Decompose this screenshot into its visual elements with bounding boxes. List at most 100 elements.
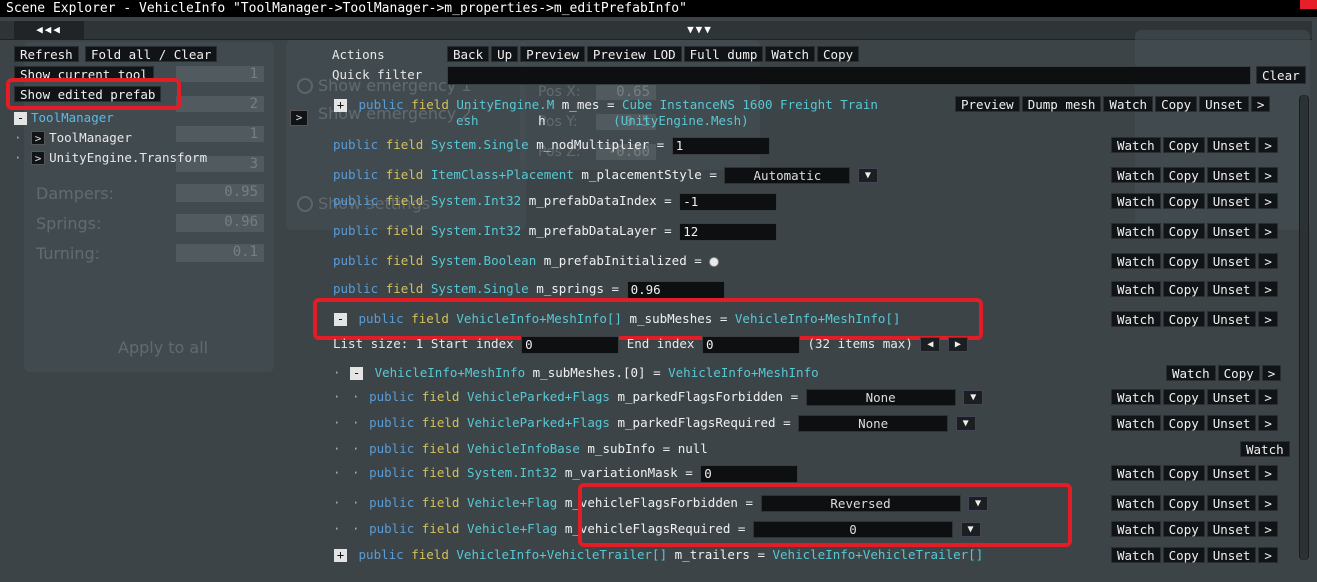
watch-button[interactable]: Watch <box>1111 389 1161 405</box>
more-button[interactable]: > <box>1258 193 1278 209</box>
more-button[interactable]: > <box>1258 495 1278 511</box>
unset-button[interactable]: Unset <box>1206 495 1257 511</box>
collapse-icon[interactable]: - <box>350 367 364 380</box>
watch-button[interactable]: Watch <box>1240 441 1290 457</box>
prev-page-icon[interactable]: ◀ <box>920 337 941 352</box>
copy-button[interactable]: Copy <box>1162 223 1205 239</box>
tree-item-toolmanager[interactable]: · > ToolManager <box>14 130 132 145</box>
checkbox-toggle[interactable] <box>709 256 720 267</box>
copy-button[interactable]: Copy <box>817 46 860 62</box>
fold-all-button[interactable]: Fold all / Clear <box>85 46 218 62</box>
more-button[interactable]: > <box>1258 253 1278 269</box>
value-input[interactable]: -1 <box>679 192 778 211</box>
watch-button[interactable]: Watch <box>1111 167 1161 183</box>
watch-button[interactable]: Watch <box>1111 415 1161 431</box>
watch-button[interactable]: Watch <box>1111 495 1161 511</box>
watch-button[interactable]: Watch <box>1111 465 1161 481</box>
more-button[interactable]: > <box>1258 167 1278 183</box>
watch-button[interactable]: Watch <box>1111 521 1161 537</box>
copy-button[interactable]: Copy <box>1162 547 1205 563</box>
preview-button[interactable]: Preview <box>955 96 1020 112</box>
more-button[interactable]: > <box>1258 521 1278 537</box>
start-index-input[interactable]: 0 <box>521 335 620 354</box>
next-page-icon[interactable]: ▶ <box>947 337 968 352</box>
clear-filter-button[interactable]: Clear <box>1256 66 1306 84</box>
expand-icon[interactable]: + <box>334 99 347 112</box>
preview-lod-button[interactable]: Preview LOD <box>586 46 682 62</box>
more-button[interactable]: > <box>1258 137 1278 153</box>
placement-dropdown[interactable]: Automatic <box>724 167 851 184</box>
value-input[interactable]: 1 <box>671 136 770 155</box>
back-button[interactable]: Back <box>447 46 490 62</box>
watch-button[interactable]: Watch <box>765 46 816 62</box>
unset-button[interactable]: Unset <box>1206 193 1257 209</box>
copy-button[interactable]: Copy <box>1162 281 1205 297</box>
more-button[interactable]: > <box>1258 547 1278 563</box>
more-button[interactable]: > <box>1258 281 1278 297</box>
unset-button[interactable]: Unset <box>1206 167 1257 183</box>
dump-mesh-button[interactable]: Dump mesh <box>1021 96 1102 112</box>
up-button[interactable]: Up <box>491 46 519 62</box>
more-button[interactable]: > <box>1250 96 1271 112</box>
preview-button[interactable]: Preview <box>520 46 585 62</box>
copy-button[interactable]: Copy <box>1217 365 1260 381</box>
unset-button[interactable]: Unset <box>1206 137 1257 153</box>
chevron-down-icon[interactable]: ▼ <box>857 168 878 183</box>
watch-button[interactable]: Watch <box>1111 253 1161 269</box>
value-input[interactable]: 12 <box>679 222 778 241</box>
unset-button[interactable]: Unset <box>1206 465 1257 481</box>
quick-filter-input[interactable] <box>447 66 1251 85</box>
parked-forbidden-dropdown[interactable]: None <box>805 389 956 406</box>
copy-button[interactable]: Copy <box>1162 521 1205 537</box>
more-button[interactable]: > <box>1261 365 1282 381</box>
copy-button[interactable]: Copy <box>1155 96 1198 112</box>
copy-button[interactable]: Copy <box>1162 193 1205 209</box>
panel-expand-icon[interactable]: > <box>290 110 308 126</box>
expand-icon[interactable]: + <box>334 549 347 562</box>
copy-button[interactable]: Copy <box>1162 389 1205 405</box>
more-button[interactable]: > <box>1258 465 1278 481</box>
copy-button[interactable]: Copy <box>1162 253 1205 269</box>
value-input[interactable]: 0.96 <box>626 280 725 299</box>
unset-button[interactable]: Unset <box>1206 521 1257 537</box>
chevron-down-icon[interactable]: ▼ <box>955 416 976 431</box>
tree-item-transform[interactable]: · > UnityEngine.Transform <box>14 150 207 165</box>
watch-button[interactable]: Watch <box>1111 193 1161 209</box>
watch-button[interactable]: Watch <box>1103 96 1154 112</box>
unset-button[interactable]: Unset <box>1206 253 1257 269</box>
unset-button[interactable]: Unset <box>1206 223 1257 239</box>
refresh-button[interactable]: Refresh <box>14 46 79 62</box>
unset-button[interactable]: Unset <box>1206 281 1257 297</box>
more-button[interactable]: > <box>1258 415 1278 431</box>
end-index-input[interactable]: 0 <box>701 335 800 354</box>
watch-button[interactable]: Watch <box>1111 547 1161 563</box>
watch-button[interactable]: Watch <box>1166 365 1216 381</box>
copy-button[interactable]: Copy <box>1162 167 1205 183</box>
watch-button[interactable]: Watch <box>1111 311 1161 327</box>
parked-required-dropdown[interactable]: None <box>798 415 949 432</box>
unset-button[interactable]: Unset <box>1206 311 1257 327</box>
scrollbar-thumb[interactable] <box>1300 95 1308 560</box>
copy-button[interactable]: Copy <box>1162 137 1205 153</box>
copy-button[interactable]: Copy <box>1162 465 1205 481</box>
more-button[interactable]: > <box>1258 389 1278 405</box>
collapse-icon[interactable]: - <box>14 112 27 125</box>
watch-button[interactable]: Watch <box>1111 223 1161 239</box>
watch-button[interactable]: Watch <box>1111 281 1161 297</box>
copy-button[interactable]: Copy <box>1162 415 1205 431</box>
collapse-left-button[interactable]: ◀◀◀ <box>14 21 84 39</box>
unset-button[interactable]: Unset <box>1206 389 1257 405</box>
unset-button[interactable]: Unset <box>1206 415 1257 431</box>
collapse-center-button[interactable]: ▼▼▼ <box>660 21 740 39</box>
close-icon[interactable] <box>1300 0 1317 9</box>
unset-button[interactable]: Unset <box>1199 96 1249 112</box>
watch-button[interactable]: Watch <box>1111 137 1161 153</box>
unset-button[interactable]: Unset <box>1206 547 1257 563</box>
expand-icon[interactable]: > <box>31 151 46 165</box>
copy-button[interactable]: Copy <box>1162 311 1205 327</box>
value-input[interactable]: 0 <box>700 464 799 483</box>
more-button[interactable]: > <box>1258 311 1278 327</box>
copy-button[interactable]: Copy <box>1162 495 1205 511</box>
chevron-down-icon[interactable]: ▼ <box>963 390 984 405</box>
expand-icon[interactable]: > <box>31 131 46 145</box>
